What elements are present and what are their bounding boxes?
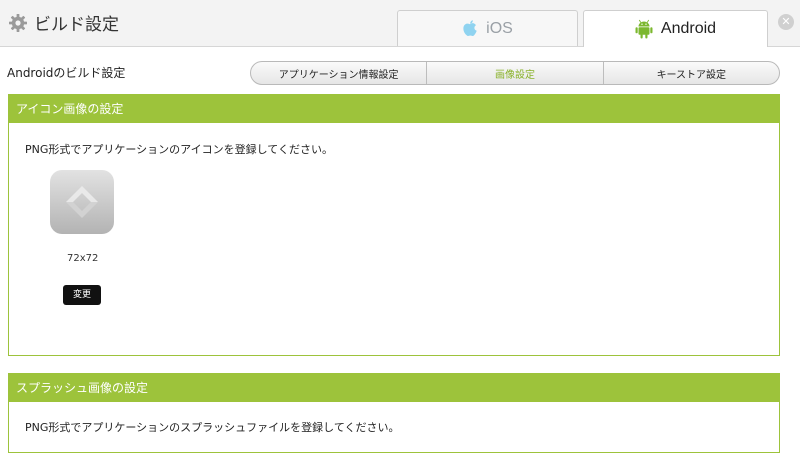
apple-icon	[462, 19, 478, 38]
window-header: ビルド設定 iOS Android ✕	[0, 0, 800, 47]
icon-settings-title: アイコン画像の設定	[9, 95, 779, 123]
segment-image-settings[interactable]: 画像設定	[427, 62, 604, 84]
change-icon-button[interactable]: 変更	[63, 285, 101, 305]
placeholder-logo-icon	[66, 186, 98, 218]
build-settings-label: Androidのビルド設定	[7, 66, 126, 80]
tab-ios[interactable]: iOS	[397, 10, 578, 46]
title-area: ビルド設定	[8, 10, 119, 35]
tab-android[interactable]: Android	[583, 10, 768, 47]
app-icon-preview	[50, 170, 114, 234]
segment-keystore[interactable]: キーストア設定	[604, 62, 779, 84]
tab-android-label: Android	[660, 20, 717, 37]
close-icon[interactable]: ✕	[778, 14, 794, 30]
icon-size-label: 72x72	[67, 253, 99, 264]
page-title: ビルド設定	[34, 15, 119, 35]
tab-ios-label: iOS	[486, 19, 513, 37]
splash-settings-title: スプラッシュ画像の設定	[9, 374, 779, 402]
splash-settings-panel: スプラッシュ画像の設定 PNG形式でアプリケーションのスプラッシュファイルを登録…	[8, 373, 780, 453]
segment-app-info[interactable]: アプリケーション情報設定	[251, 62, 428, 84]
splash-settings-description: PNG形式でアプリケーションのスプラッシュファイルを登録してください。	[25, 421, 400, 434]
settings-segmented-control: アプリケーション情報設定 画像設定 キーストア設定	[250, 61, 780, 85]
icon-settings-description: PNG形式でアプリケーションのアイコンを登録してください。	[25, 143, 333, 156]
icon-settings-panel: アイコン画像の設定 PNG形式でアプリケーションのアイコンを登録してください。 …	[8, 94, 780, 356]
android-icon	[635, 19, 653, 39]
gear-icon	[9, 13, 27, 32]
